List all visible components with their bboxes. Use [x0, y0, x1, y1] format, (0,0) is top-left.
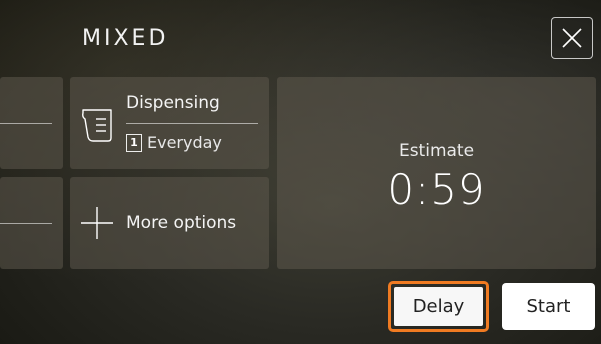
dispensing-detail: 1 Everyday: [126, 133, 222, 152]
dispenser-cup-icon: [82, 109, 112, 142]
dispenser-slot-badge: 1: [126, 133, 142, 152]
tile-divider: [0, 123, 52, 124]
close-button[interactable]: [551, 17, 593, 59]
estimate-panel: Estimate 0:59: [277, 77, 596, 269]
more-options-tile[interactable]: More options: [70, 177, 269, 269]
dispensing-label: Dispensing: [126, 93, 220, 113]
delay-button[interactable]: Delay: [388, 281, 489, 332]
partial-option-tile-top[interactable]: [0, 77, 63, 169]
more-options-label: More options: [126, 213, 237, 233]
dispensing-divider: [126, 123, 258, 124]
start-button[interactable]: Start: [502, 283, 595, 330]
cycle-settings-screen: MIXED Dispensing 1 Everyday More options…: [0, 0, 601, 344]
estimate-label: Estimate: [398, 141, 475, 161]
close-icon: [562, 28, 582, 48]
dispensing-tile[interactable]: Dispensing 1 Everyday: [70, 77, 269, 169]
cycle-title: MIXED: [82, 26, 169, 51]
delay-button-label: Delay: [394, 287, 483, 326]
detergent-label: Everyday: [147, 133, 222, 152]
plus-icon: [81, 207, 113, 239]
estimate-time: 0:59: [387, 165, 486, 214]
partial-option-tile-bottom[interactable]: [0, 177, 63, 269]
tile-divider: [0, 223, 52, 224]
